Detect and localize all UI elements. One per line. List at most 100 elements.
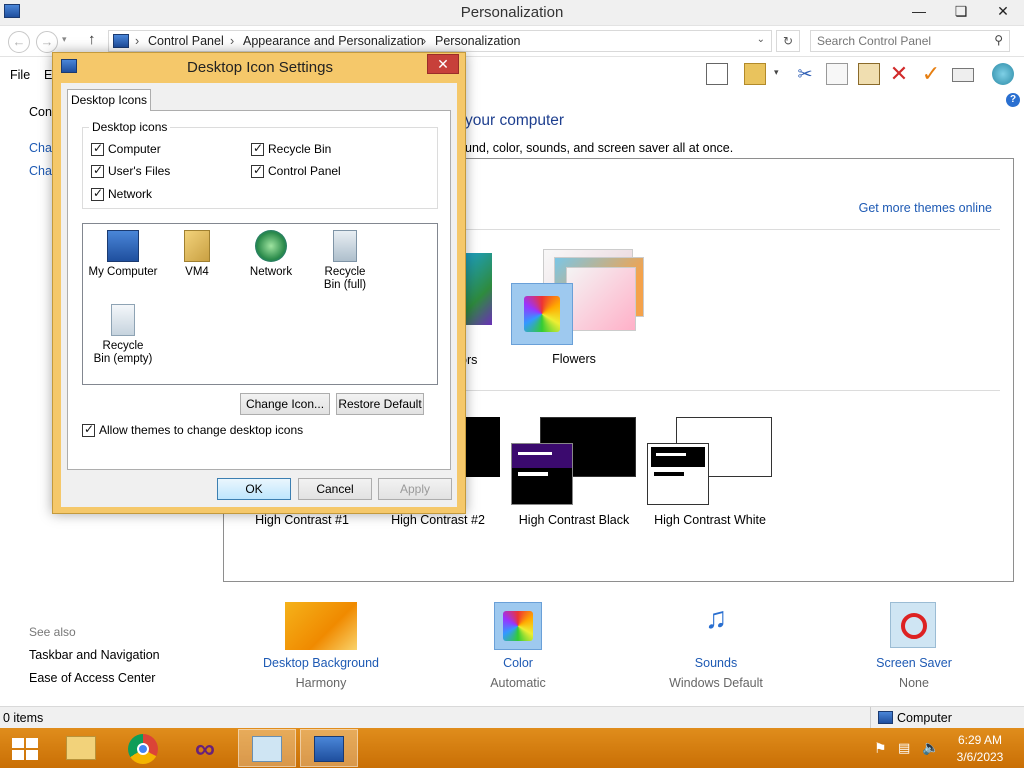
theme-label-hc-black: High Contrast Black <box>518 513 630 527</box>
chrome-taskbar-icon[interactable] <box>114 729 172 767</box>
see-also-ease-of-access-link[interactable]: Ease of Access Center <box>29 671 155 685</box>
tray-date[interactable]: 3/6/2023 <box>945 750 1015 764</box>
taskbar: ∞ ⚑ ▤ 🔈 6:29 AM 3/6/2023 <box>0 728 1024 768</box>
folder-options-icon[interactable] <box>744 63 766 85</box>
desktop-background-link[interactable]: Desktop Background <box>241 656 401 670</box>
hc-black-thumbnail[interactable] <box>511 443 573 505</box>
tab-desktop-icons[interactable]: Desktop Icons <box>67 89 151 111</box>
maximize-button[interactable]: ❏ <box>946 0 976 24</box>
search-icon[interactable]: ⚲ <box>994 33 1003 47</box>
copy-icon[interactable] <box>826 63 848 85</box>
flag-icon[interactable]: ⚑ <box>874 740 887 757</box>
window-titlebar: Personalization — ❏ ✕ <box>0 0 1024 26</box>
sounds-icon[interactable]: ♫ <box>692 602 740 648</box>
leftnav-control-panel-home[interactable]: Con <box>29 105 52 119</box>
icon-item-network[interactable]: Network <box>233 230 309 279</box>
icon-item-vm4[interactable]: VM4 <box>159 230 235 279</box>
leftnav-change-item[interactable]: Cha <box>29 141 52 155</box>
color-link[interactable]: Color <box>438 656 598 670</box>
check-icon[interactable]: ✓ <box>920 63 942 85</box>
control-panel-icon <box>113 34 129 48</box>
change-icon-button[interactable]: Change Icon... <box>240 393 330 415</box>
volume-icon[interactable]: 🔈 <box>922 739 939 756</box>
theme-label-hc1: High Contrast #1 <box>255 513 349 527</box>
recycle-bin-empty-icon <box>111 304 135 336</box>
apply-button[interactable]: Apply <box>378 478 452 500</box>
hc-white-thumbnail[interactable] <box>647 443 709 505</box>
visual-studio-taskbar-icon[interactable]: ∞ <box>176 729 234 767</box>
checkbox-computer[interactable]: Computer <box>91 141 161 156</box>
network-icon[interactable]: ▤ <box>898 740 910 756</box>
page-description: und, color, sounds, and screen saver all… <box>465 141 734 155</box>
desktop-icon-settings-dialog: Desktop Icon Settings ✕ Desktop Icons De… <box>52 52 466 514</box>
breadcrumb-personalization[interactable]: Personalization <box>435 34 520 48</box>
theme-thumbnail-partial[interactable] <box>464 253 492 325</box>
breadcrumb-separator-icon: › <box>230 34 235 48</box>
minimize-button[interactable]: — <box>904 0 934 24</box>
recent-locations-chevron-icon[interactable]: ▾ <box>62 34 67 45</box>
screen-saver-link[interactable]: Screen Saver <box>834 656 994 670</box>
control-panel-taskbar-icon[interactable] <box>238 729 296 767</box>
paste-icon[interactable] <box>858 63 880 85</box>
checkbox-users-files[interactable]: User's Files <box>91 163 170 178</box>
checkbox-allow-themes[interactable]: Allow themes to change desktop icons <box>82 422 303 437</box>
flowers-theme-selected[interactable] <box>511 283 573 345</box>
address-box[interactable]: › Control Panel › Appearance and Persona… <box>108 30 772 52</box>
sounds-link[interactable]: Sounds <box>636 656 796 670</box>
restore-default-button[interactable]: Restore Default <box>336 393 424 415</box>
globe-icon[interactable] <box>992 63 1014 85</box>
options-chevron-icon[interactable]: ▾ <box>774 67 779 78</box>
desktop-icon-settings-taskbar-icon[interactable] <box>300 729 358 767</box>
desktop-background-value: Harmony <box>295 676 347 690</box>
see-also-header: See also <box>29 625 76 639</box>
search-input[interactable] <box>817 32 987 50</box>
tray-time[interactable]: 6:29 AM <box>945 733 1015 747</box>
menu-file[interactable]: File <box>10 68 30 82</box>
tab-panel: Desktop icons Computer Recycle Bin User'… <box>67 110 451 470</box>
window-title: Personalization <box>460 4 564 21</box>
help-icon[interactable]: ? <box>1006 93 1020 107</box>
file-explorer-taskbar-icon[interactable] <box>52 729 110 767</box>
start-button[interactable] <box>0 729 58 767</box>
address-dropdown-chevron-icon[interactable]: ⌄ <box>757 34 765 45</box>
see-also-taskbar-link[interactable]: Taskbar and Navigation <box>29 648 160 662</box>
theme-label-flowers: Flowers <box>552 352 596 366</box>
breadcrumb-appearance[interactable]: Appearance and Personalization <box>243 34 424 48</box>
desktop-icon-list: My Computer VM4 Network Recycle Bin (ful… <box>82 223 438 385</box>
page-heading: your computer <box>465 112 565 129</box>
cut-icon[interactable]: ✂ <box>794 63 816 85</box>
checkbox-recycle-bin[interactable]: Recycle Bin <box>251 141 331 156</box>
ok-button[interactable]: OK <box>217 478 291 500</box>
recycle-bin-full-icon <box>333 230 357 262</box>
cancel-button[interactable]: Cancel <box>298 478 372 500</box>
flowers-thumbnail-front <box>566 267 636 331</box>
theme-label-hc-white: High Contrast White <box>654 513 766 527</box>
dialog-title: Desktop Icon Settings <box>187 59 333 76</box>
icon-item-my-computer[interactable]: My Computer <box>85 230 161 279</box>
leftnav-change-item[interactable]: Cha <box>29 164 52 178</box>
desktop-background-icon[interactable] <box>285 602 357 650</box>
breadcrumb-control-panel[interactable]: Control Panel <box>148 34 224 48</box>
refresh-button[interactable]: ↻ <box>776 30 800 52</box>
preview-pane-icon[interactable] <box>706 63 728 85</box>
icon-item-recycle-bin-empty[interactable]: Recycle Bin (empty) <box>85 304 161 366</box>
get-more-themes-link[interactable]: Get more themes online <box>859 201 992 215</box>
color-icon[interactable] <box>494 602 542 650</box>
checkbox-control-panel[interactable]: Control Panel <box>251 163 341 178</box>
color-palette-icon <box>524 296 560 332</box>
screen-saver-value: None <box>899 676 929 690</box>
properties-icon[interactable] <box>952 68 974 82</box>
icon-item-recycle-bin-full[interactable]: Recycle Bin (full) <box>307 230 383 292</box>
forward-button[interactable]: → <box>36 31 58 53</box>
color-value: Automatic <box>490 676 546 690</box>
desktop-icons-group: Desktop icons Computer Recycle Bin User'… <box>82 120 438 209</box>
up-arrow-icon[interactable]: ↑ <box>88 31 96 48</box>
screen-saver-icon[interactable] <box>890 602 936 648</box>
delete-icon[interactable]: ✕ <box>888 63 910 85</box>
checkbox-network[interactable]: Network <box>91 186 152 201</box>
dialog-body: Desktop Icons Desktop icons Computer Rec… <box>61 83 457 507</box>
breadcrumb-separator-icon: › <box>135 34 140 48</box>
close-button[interactable]: ✕ <box>988 0 1018 24</box>
dialog-close-button[interactable]: ✕ <box>427 54 459 74</box>
back-button[interactable]: ← <box>8 31 30 53</box>
